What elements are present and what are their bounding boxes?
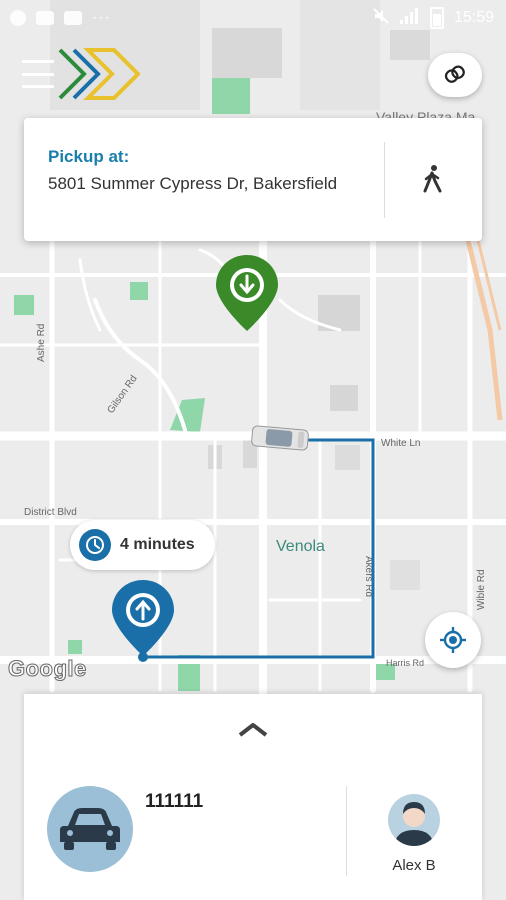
- current-location-pin[interactable]: [110, 578, 176, 658]
- driver-name: Alex B: [392, 857, 436, 874]
- map-label-district-blvd: District Blvd: [24, 507, 77, 518]
- layers-button[interactable]: [428, 53, 482, 97]
- menu-button[interactable]: [22, 60, 54, 88]
- mute-icon: [372, 7, 390, 30]
- notification-icon: [10, 10, 26, 26]
- driver-bottom-sheet[interactable]: 111111 Alex B: [24, 694, 482, 900]
- map-label-white-ln: White Ln: [381, 438, 420, 449]
- pickup-address: 5801 Summer Cypress Dr, Bakersfield: [48, 174, 338, 193]
- car-icon: [47, 786, 133, 872]
- walking-person-icon[interactable]: [417, 163, 449, 195]
- eta-bubble: 4 minutes: [70, 520, 215, 570]
- layers-icon: [444, 65, 465, 83]
- status-time: 15:59: [453, 9, 494, 26]
- my-location-button[interactable]: [425, 612, 481, 668]
- more-notifications-icon: ···: [92, 9, 111, 26]
- eta-text: 4 minutes: [120, 536, 195, 553]
- pickup-pin[interactable]: [214, 253, 280, 333]
- map-label-harris-rd: Harris Rd: [386, 658, 424, 668]
- pickup-card[interactable]: Pickup at: 5801 Summer Cypress Dr, Baker…: [24, 118, 482, 241]
- hamburger-menu-icon: [22, 60, 54, 63]
- chevron-logo: [58, 48, 140, 100]
- card-divider: [384, 142, 385, 218]
- vehicle-number: 111111: [145, 791, 204, 812]
- google-attribution: Google: [8, 656, 87, 682]
- pickup-title: Pickup at:: [48, 147, 130, 166]
- driver-avatar-icon[interactable]: [388, 794, 440, 846]
- chevron-up-icon[interactable]: [236, 720, 270, 740]
- map-label-venola: Venola: [276, 538, 325, 555]
- gallery-icon: [64, 11, 82, 25]
- clock-icon: [79, 529, 111, 561]
- battery-icon: [429, 7, 444, 29]
- my-location-icon: [440, 627, 466, 653]
- driver-car-marker: [251, 425, 309, 451]
- image-icon: [36, 11, 54, 25]
- status-bar: ··· 15:59: [0, 0, 506, 36]
- signal-icon: [399, 7, 420, 29]
- map-label-wible-rd: Wible Rd: [476, 569, 487, 610]
- map-label-ashe-rd: Ashe Rd: [36, 324, 47, 362]
